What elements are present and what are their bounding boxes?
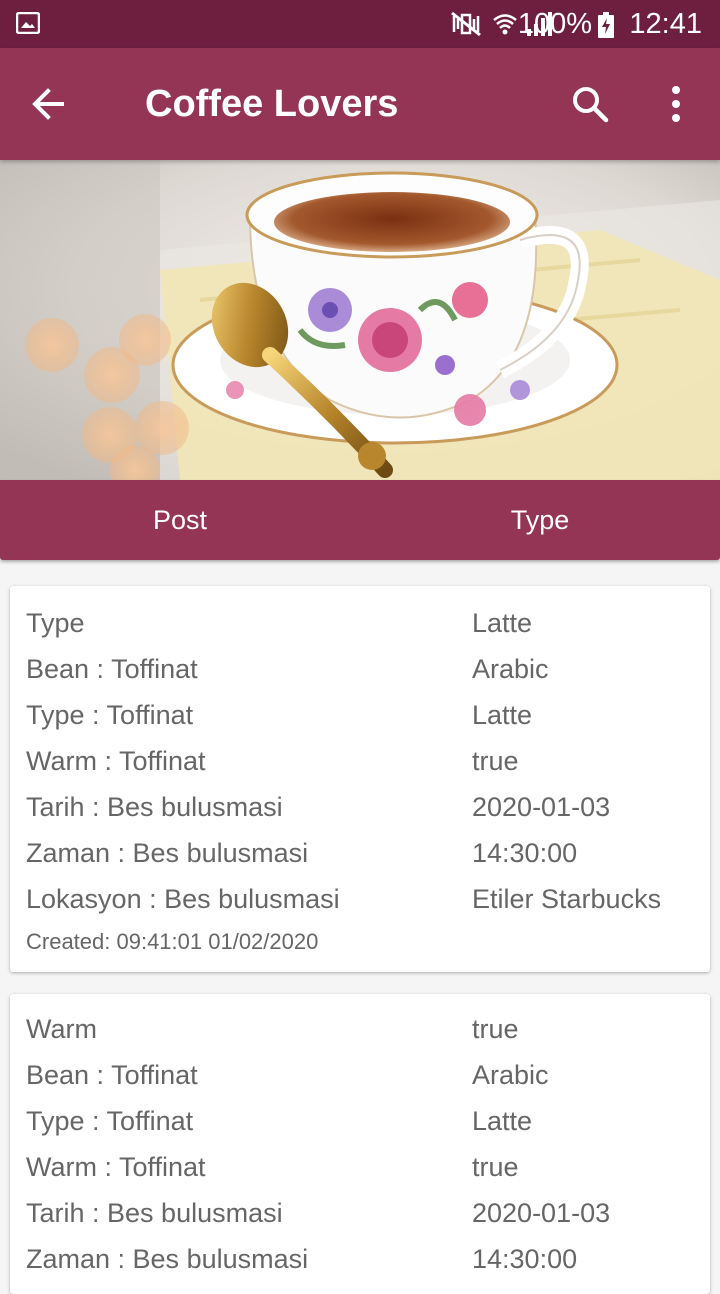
post-card[interactable]: Type Latte Bean : Toffinat Arabic Type :… bbox=[10, 586, 710, 972]
row-key: Type bbox=[26, 608, 85, 638]
mute-icon bbox=[451, 11, 481, 37]
wifi-icon bbox=[493, 14, 517, 35]
row-value: Latte bbox=[472, 608, 533, 638]
card-row: Type : Toffinat Latte bbox=[26, 1106, 696, 1146]
app-bar: Coffee Lovers bbox=[0, 48, 720, 160]
row-key: Tarih : Bes bulusmasi bbox=[26, 792, 283, 822]
card-row: Type Latte bbox=[26, 608, 696, 648]
row-value: 14:30:00 bbox=[472, 838, 578, 868]
row-value: Arabic bbox=[472, 1060, 549, 1090]
card-row: Tarih : Bes bulusmasi 2020-01-03 bbox=[26, 1198, 696, 1238]
row-key: Warm : Toffinat bbox=[26, 1152, 206, 1182]
clock: 12:41 bbox=[629, 8, 702, 40]
row-value: Latte bbox=[472, 1106, 533, 1136]
row-value: 2020-01-03 bbox=[472, 1198, 611, 1228]
card-row: Zaman : Bes bulusmasi 14:30:00 bbox=[26, 1244, 696, 1284]
post-card[interactable]: Warm true Bean : Toffinat Arabic Type : … bbox=[10, 994, 710, 1294]
row-value: true bbox=[472, 1152, 519, 1182]
row-key: Lokasyon : Bes bulusmasi bbox=[26, 884, 340, 914]
tab-type[interactable]: Type bbox=[360, 480, 720, 560]
row-key: Zaman : Bes bulusmasi bbox=[26, 1244, 309, 1274]
created-timestamp: Created: 09:41:01 01/02/2020 bbox=[26, 929, 319, 954]
card-row: Tarih : Bes bulusmasi 2020-01-03 bbox=[26, 792, 696, 832]
row-key: Bean : Toffinat bbox=[26, 1060, 198, 1090]
row-key: Type : Toffinat bbox=[26, 1106, 194, 1136]
card-row: Warm : Toffinat true bbox=[26, 746, 696, 786]
battery-percentage: 100% bbox=[517, 8, 592, 40]
battery-charging-icon bbox=[598, 12, 614, 38]
card-row: Warm true bbox=[26, 1014, 696, 1054]
back-arrow-icon[interactable] bbox=[28, 84, 68, 124]
page-title: Coffee Lovers bbox=[145, 83, 399, 125]
row-value: true bbox=[472, 1014, 519, 1044]
teacup-image bbox=[0, 160, 720, 480]
gallery-icon bbox=[16, 12, 40, 34]
status-bar: 100% 12:41 bbox=[0, 0, 720, 48]
row-value: 2020-01-03 bbox=[472, 792, 611, 822]
card-row: Type : Toffinat Latte bbox=[26, 700, 696, 740]
row-key: Zaman : Bes bulusmasi bbox=[26, 838, 309, 868]
row-value: Etiler Starbucks bbox=[472, 884, 662, 914]
row-value: Arabic bbox=[472, 654, 549, 684]
row-key: Warm : Toffinat bbox=[26, 746, 206, 776]
card-row: Warm : Toffinat true bbox=[26, 1152, 696, 1192]
row-key: Type : Toffinat bbox=[26, 700, 194, 730]
card-row: Bean : Toffinat Arabic bbox=[26, 1060, 696, 1100]
row-value: Latte bbox=[472, 700, 533, 730]
row-key: Tarih : Bes bulusmasi bbox=[26, 1198, 283, 1228]
card-row: Zaman : Bes bulusmasi 14:30:00 bbox=[26, 838, 696, 878]
card-row: Bean : Toffinat Arabic bbox=[26, 654, 696, 694]
tab-post[interactable]: Post bbox=[0, 480, 360, 560]
row-key: Bean : Toffinat bbox=[26, 654, 198, 684]
search-icon[interactable] bbox=[570, 84, 610, 124]
row-value: true bbox=[472, 746, 519, 776]
row-value: 14:30:00 bbox=[472, 1244, 578, 1274]
tab-bar: Post Type bbox=[0, 480, 720, 560]
row-key: Warm bbox=[26, 1014, 97, 1044]
more-vert-icon[interactable] bbox=[660, 84, 692, 124]
card-row: Lokasyon : Bes bulusmasi Etiler Starbuck… bbox=[26, 884, 696, 924]
